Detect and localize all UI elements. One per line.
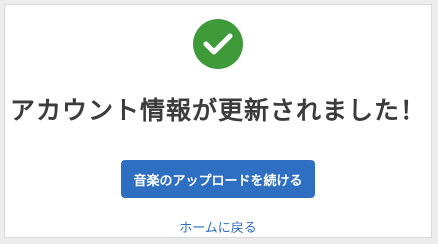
confirmation-card: アカウント情報が更新されました！ 音楽のアップロードを続ける ホームに戻る	[4, 4, 432, 238]
check-circle-icon	[193, 19, 243, 69]
home-link[interactable]: ホームに戻る	[5, 217, 431, 236]
success-message: アカウント情報が更新されました！	[9, 96, 426, 125]
continue-upload-button[interactable]: 音楽のアップロードを続ける	[121, 160, 315, 198]
